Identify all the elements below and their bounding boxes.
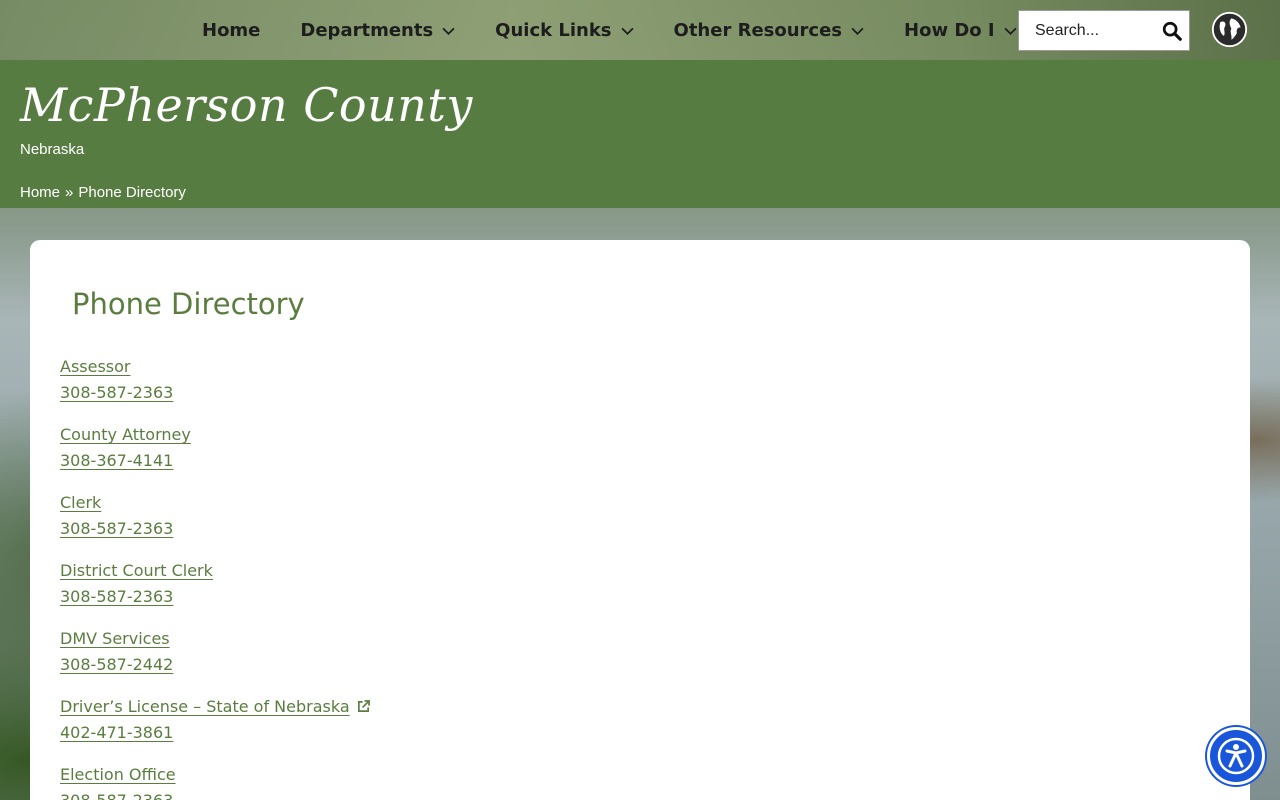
- department-link[interactable]: DMV Services: [60, 626, 370, 652]
- chevron-down-icon: [851, 27, 864, 35]
- main-nav: Home Departments Quick Links Other Resou…: [202, 0, 1057, 60]
- page-title: Phone Directory: [72, 287, 305, 321]
- list-item: Assessor 308-587-2363: [60, 354, 370, 406]
- phone-link[interactable]: 308-587-2363: [60, 584, 370, 610]
- chevron-down-icon: [620, 27, 634, 35]
- site-title[interactable]: McPherson County: [20, 78, 473, 132]
- phone-link[interactable]: 402-471-3861: [60, 720, 370, 746]
- top-navigation-bar: Home Departments Quick Links Other Resou…: [0, 0, 1280, 60]
- breadcrumb-separator: »: [65, 184, 74, 201]
- department-link[interactable]: County Attorney: [60, 422, 370, 448]
- accessibility-button[interactable]: [1207, 727, 1265, 785]
- phone-link[interactable]: 308-587-2363: [60, 380, 370, 406]
- nav-departments-label: Departments: [300, 19, 434, 41]
- globe-icon[interactable]: [1211, 11, 1248, 48]
- list-item: District Court Clerk 308-587-2363: [60, 558, 370, 610]
- nav-home[interactable]: Home: [202, 20, 260, 41]
- list-item: County Attorney 308-367-4141: [60, 422, 370, 474]
- breadcrumb: Home » Phone Directory: [20, 184, 186, 201]
- department-link[interactable]: Clerk: [60, 490, 370, 516]
- department-link-external[interactable]: Driver’s License – State of Nebraska: [60, 694, 370, 720]
- list-item: Clerk 308-587-2363: [60, 490, 370, 542]
- department-link[interactable]: Assessor: [60, 354, 370, 380]
- department-link[interactable]: District Court Clerk: [60, 558, 370, 584]
- phone-link[interactable]: 308-587-2442: [60, 652, 370, 678]
- list-item: Driver’s License – State of Nebraska 402…: [60, 694, 370, 746]
- phone-directory-list: Assessor 308-587-2363 County Attorney 30…: [60, 354, 370, 800]
- content-card: Phone Directory Assessor 308-587-2363 Co…: [30, 240, 1250, 800]
- nav-other-resources[interactable]: Other Resources: [674, 20, 865, 41]
- accessibility-icon: [1217, 737, 1255, 775]
- phone-link[interactable]: 308-367-4141: [60, 448, 370, 474]
- department-link[interactable]: Election Office: [60, 762, 370, 788]
- search-icon[interactable]: [1161, 20, 1183, 42]
- chevron-down-icon: [1004, 27, 1017, 35]
- site-header: McPherson County Nebraska Home » Phone D…: [0, 60, 1280, 208]
- department-link-label: Driver’s License – State of Nebraska: [60, 697, 350, 716]
- nav-home-label: Home: [202, 19, 261, 41]
- list-item: Election Office 308-587-2363: [60, 762, 370, 800]
- breadcrumb-home[interactable]: Home: [20, 184, 60, 201]
- nav-quick-links[interactable]: Quick Links: [495, 19, 634, 41]
- nav-departments[interactable]: Departments: [300, 20, 455, 41]
- external-link-icon: [357, 700, 370, 712]
- list-item: DMV Services 308-587-2442: [60, 626, 370, 678]
- site-subtitle: Nebraska: [20, 141, 85, 158]
- chevron-down-icon: [442, 27, 455, 35]
- phone-link[interactable]: 308-587-2363: [60, 516, 370, 542]
- breadcrumb-current: Phone Directory: [78, 184, 186, 201]
- search-input[interactable]: [1035, 21, 1165, 40]
- nav-how-do-i[interactable]: How Do I: [904, 20, 1017, 41]
- phone-link[interactable]: 308-587-2363: [60, 788, 370, 800]
- search-box: [1018, 10, 1190, 51]
- nav-how-do-i-label: How Do I: [904, 19, 995, 41]
- nav-quick-links-label: Quick Links: [495, 19, 612, 41]
- nav-other-resources-label: Other Resources: [673, 19, 843, 41]
